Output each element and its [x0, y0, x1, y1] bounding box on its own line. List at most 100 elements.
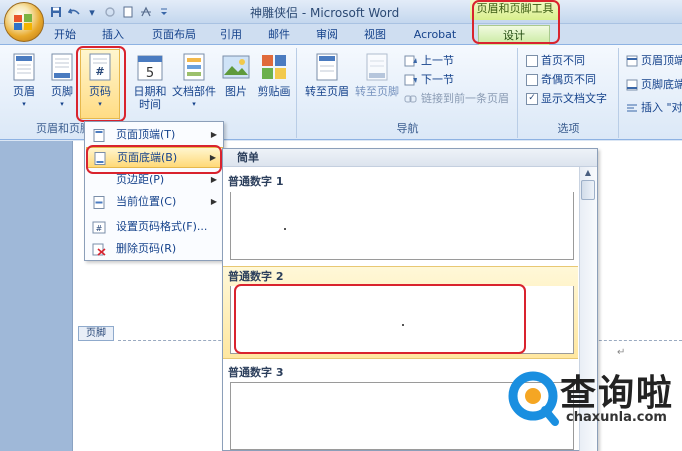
gallery-item-plain-number-1[interactable]: [230, 192, 574, 260]
odd-even-label: 奇偶页不同: [541, 73, 596, 86]
show-doc-text-label: 显示文档文字: [541, 92, 607, 105]
new-icon[interactable]: [120, 4, 136, 20]
header-top-icon: [626, 55, 638, 67]
watermark-text: 查询啦: [560, 373, 675, 414]
clipart-label: 剪贴画: [257, 85, 291, 98]
tab-view[interactable]: 视图: [358, 26, 392, 45]
show-doc-text-option[interactable]: ✓ 显示文档文字: [526, 90, 607, 108]
undo-icon[interactable]: [66, 4, 82, 20]
first-page-different-option[interactable]: 首页不同: [526, 52, 585, 70]
footer-bottom-position[interactable]: 页脚底端: [626, 76, 682, 94]
prev-section-icon: [404, 55, 417, 67]
menu-item-current-position[interactable]: 当前位置(C) ▶: [86, 192, 223, 213]
doc-parts-button[interactable]: 文档部件 ▾: [170, 52, 218, 111]
tab-mailings[interactable]: 邮件: [262, 26, 296, 45]
tab-home[interactable]: 开始: [48, 26, 82, 45]
submenu-arrow-icon: ▶: [210, 130, 217, 139]
page-number-menu: 页面顶端(T) ▶ 页面底端(B) ▶ 页边距(P) ▶ 当前位置(C) ▶ #…: [84, 121, 224, 261]
office-logo-icon: [14, 14, 32, 30]
redo-icon[interactable]: [102, 4, 118, 20]
footer-region-label: 页脚: [78, 326, 114, 341]
remove-page-number-icon: [92, 243, 106, 256]
menu-item-top-of-page[interactable]: 页面顶端(T) ▶: [86, 125, 223, 146]
save-icon[interactable]: [48, 4, 64, 20]
customize-qat-icon[interactable]: [156, 4, 172, 20]
first-page-label: 首页不同: [541, 54, 585, 67]
menu-item-remove-label: 删除页码(R): [116, 242, 177, 255]
gallery-header: 简单: [223, 149, 597, 167]
tab-references[interactable]: 引用: [214, 26, 248, 45]
first-page-checkbox[interactable]: [526, 55, 538, 67]
header-icon: [10, 52, 38, 82]
format-page-number-icon: #: [92, 221, 106, 234]
menu-item-current-label: 当前位置(C): [116, 195, 177, 208]
header-top-label: 页眉顶端: [641, 54, 682, 67]
tab-review[interactable]: 审阅: [310, 26, 344, 45]
doc-parts-icon: [180, 52, 208, 82]
header-button[interactable]: 页眉 ▾: [8, 52, 40, 111]
footer-bottom-label: 页脚底端: [641, 78, 682, 91]
date-time-button[interactable]: 5 日期和 时间: [128, 52, 172, 111]
link-chain-icon: [404, 95, 417, 103]
insert-align-tab-button[interactable]: 插入 "对: [626, 99, 682, 117]
picture-button[interactable]: 图片: [220, 52, 252, 98]
header-dropdown-icon: ▾: [22, 100, 26, 108]
clipart-icon: [260, 52, 288, 82]
paragraph-mark: ↵: [617, 347, 626, 358]
menu-item-remove-page-numbers[interactable]: 删除页码(R): [86, 239, 223, 260]
menu-item-format-label: 设置页码格式(F)...: [116, 220, 208, 233]
header-top-position[interactable]: 页眉顶端: [626, 52, 682, 70]
group-options-label: 选项: [557, 122, 580, 135]
paint-icon[interactable]: [138, 4, 154, 20]
annotation-design-tab: [472, 0, 560, 44]
scroll-up-icon[interactable]: ▲: [580, 167, 596, 179]
goto-header-button[interactable]: 转至页眉: [302, 52, 352, 98]
calendar-icon: 5: [136, 52, 164, 82]
prev-section-label: 上一节: [421, 54, 454, 67]
menu-item-format-page-numbers[interactable]: # 设置页码格式(F)...: [86, 217, 223, 238]
footer-icon: [48, 52, 76, 82]
group-navigation-label: 导航: [396, 122, 419, 135]
next-section-button[interactable]: 下一节: [404, 71, 454, 89]
submenu-arrow-icon: ▶: [210, 197, 217, 206]
doc-parts-dropdown-icon: ▾: [192, 100, 196, 108]
top-of-page-icon: [93, 129, 105, 142]
odd-even-checkbox[interactable]: [526, 74, 538, 86]
gallery-item-caption-3: 普通数字 3: [228, 366, 284, 379]
footer-bottom-icon: [626, 79, 638, 91]
menu-item-margins-label: 页边距(P): [116, 173, 165, 186]
tab-page-layout[interactable]: 页面布局: [146, 26, 202, 45]
goto-footer-button[interactable]: 转至页脚: [352, 52, 402, 98]
goto-header-label: 转至页眉: [305, 85, 349, 98]
scrollbar-thumb[interactable]: [581, 180, 595, 200]
show-doc-text-checkbox[interactable]: ✓: [526, 93, 538, 105]
gallery-item-caption-1: 普通数字 1: [228, 175, 284, 188]
calendar-day-text: 5: [146, 66, 154, 81]
clipart-button[interactable]: 剪贴画: [254, 52, 294, 98]
gallery-item-caption-2: 普通数字 2: [228, 270, 284, 283]
watermark-url: chaxunla.com: [566, 410, 667, 425]
office-button[interactable]: [4, 2, 44, 42]
prev-section-button[interactable]: 上一节: [404, 52, 454, 70]
link-previous-button[interactable]: 链接到前一条页眉: [404, 90, 509, 108]
page-number-marker: [284, 228, 286, 230]
window-title: 神雕侠侣 - Microsoft Word: [250, 6, 400, 20]
odd-even-different-option[interactable]: 奇偶页不同: [526, 71, 596, 89]
magnifier-logo-icon: [508, 371, 559, 426]
annotation-plain-number-2: [234, 284, 526, 354]
tab-insert[interactable]: 插入: [96, 26, 130, 45]
date-time-label: 日期和 时间: [133, 85, 167, 111]
tab-acrobat[interactable]: Acrobat: [408, 26, 462, 45]
next-section-icon: [404, 74, 417, 86]
menu-item-top-label: 页面顶端(T): [116, 128, 176, 141]
quick-access-toolbar: ▾: [48, 3, 172, 21]
goto-footer-label: 转至页脚: [355, 85, 399, 98]
annotation-page-number: [76, 46, 126, 122]
goto-footer-icon: [363, 52, 391, 82]
picture-icon: [222, 52, 250, 82]
goto-header-icon: [313, 52, 341, 82]
picture-label: 图片: [225, 85, 247, 98]
footer-dropdown-icon: ▾: [60, 100, 64, 108]
footer-button[interactable]: 页脚 ▾: [46, 52, 78, 111]
more-icon[interactable]: ▾: [84, 4, 100, 20]
